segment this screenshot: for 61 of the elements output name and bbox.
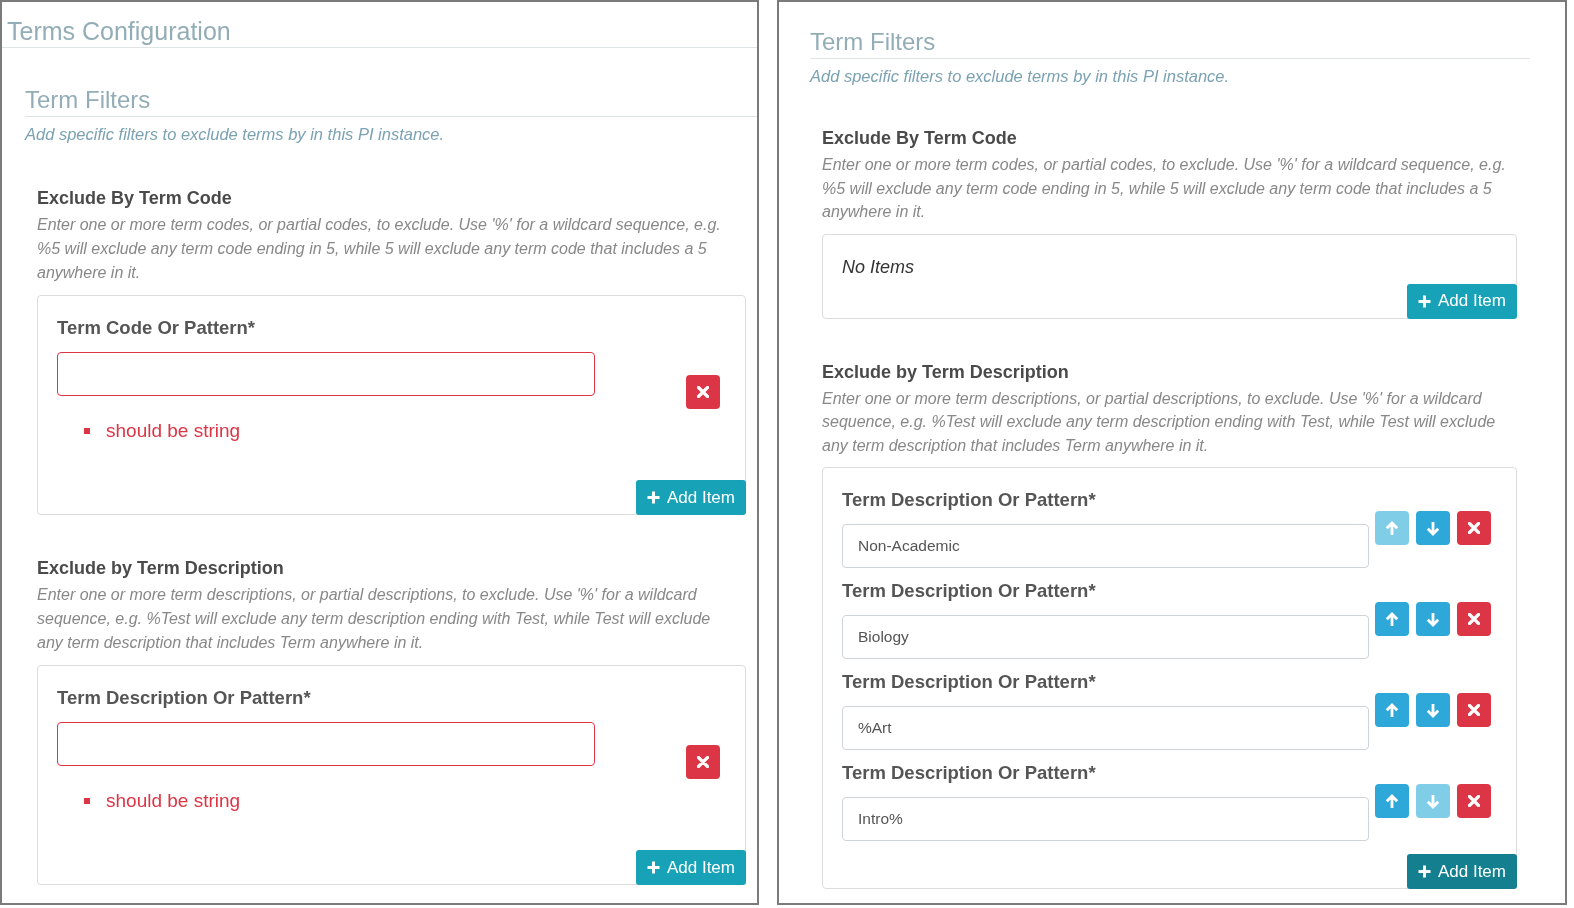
x-icon <box>1468 704 1480 716</box>
move-up-button[interactable] <box>1375 693 1409 727</box>
plus-icon <box>1417 294 1431 308</box>
text-field[interactable] <box>57 722 595 766</box>
field-label: Term Description Or Pattern* <box>842 488 1097 512</box>
x-icon <box>697 755 709 768</box>
text-field[interactable]: %Art <box>842 706 1369 750</box>
group-title: Exclude By Term Code <box>822 127 1018 150</box>
field-label: Term Description Or Pattern* <box>842 761 1097 785</box>
text-field[interactable] <box>57 352 595 396</box>
field-label: Term Code Or Pattern* <box>57 316 257 340</box>
text-field[interactable]: Non-Academic <box>842 524 1369 568</box>
error-message: should be string <box>106 419 241 443</box>
move-down-button[interactable] <box>1416 693 1450 727</box>
x-icon <box>1468 522 1480 534</box>
move-up-button[interactable] <box>1375 784 1409 818</box>
arrow-up-icon <box>1385 520 1399 536</box>
arrow-up-icon <box>1385 793 1399 809</box>
x-icon <box>1468 613 1480 625</box>
group-description: Enter one or more term codes, or partial codes, to exclude. Use '%' for a wildcard sequence, e.g. %5 will exclude any term code ending in 5, while 5 will exclude any term code that includes a 5 anywhere in it. <box>822 155 1507 222</box>
plus-icon <box>646 491 660 504</box>
section-subtitle: Add specific filters to exclude terms by in this PI instance. <box>810 66 1231 86</box>
field-label: Term Description Or Pattern* <box>842 579 1097 603</box>
group-title: Exclude By Term Code <box>37 187 233 210</box>
move-up-button[interactable] <box>1375 602 1409 636</box>
text-field[interactable]: Intro% <box>842 797 1369 841</box>
page-title: Terms Configuration <box>7 16 232 47</box>
group-description: Enter one or more term codes, or partial codes, to exclude. Use '%' for a wildcard sequence, e.g. %5 will exclude any term code ending in 5, while 5 will exclude any term code that includes a 5 anywhere in it. <box>37 215 722 283</box>
section-title: Term Filters <box>25 85 152 115</box>
delete-button[interactable] <box>686 744 720 779</box>
section-subtitle: Add specific filters to exclude terms by in this PI instance. <box>25 124 446 144</box>
arrow-down-icon <box>1426 520 1440 536</box>
delete-button[interactable] <box>1457 511 1491 545</box>
group-description: Enter one or more term descriptions, or partial descriptions, to exclude. Use '%' for a wildcard sequence, e.g. %Test will exclude any term description ending with Test, while Test will exclude any term description that includes Term anywhere in it. <box>37 585 712 653</box>
plus-icon <box>646 861 660 874</box>
field-label: Term Description Or Pattern* <box>57 686 312 710</box>
empty-message: No Items <box>842 255 916 279</box>
group-description: Enter one or more term descriptions, or partial descriptions, to exclude. Use '%' for a wildcard sequence, e.g. %Test will exclude any term description ending with Test, while Test will exclude any term description that includes Term anywhere in it. <box>822 388 1497 456</box>
arrow-down-icon <box>1426 702 1440 718</box>
add-item-button[interactable]: Add Item <box>1406 854 1517 889</box>
arrow-up-icon <box>1385 611 1399 627</box>
delete-button[interactable] <box>1457 693 1491 727</box>
bullet-icon <box>84 798 90 804</box>
text-field[interactable]: Biology <box>842 615 1369 659</box>
error-message: should be string <box>106 789 241 813</box>
section-title: Term Filters <box>810 27 937 57</box>
group-title: Exclude by Term Description <box>37 557 285 580</box>
group-title: Exclude by Term Description <box>822 360 1070 384</box>
x-icon <box>697 385 709 398</box>
field-label: Term Description Or Pattern* <box>842 670 1097 694</box>
bullet-icon <box>84 428 90 434</box>
move-down-button[interactable] <box>1416 511 1450 545</box>
arrow-down-icon <box>1426 611 1440 627</box>
arrow-down-icon <box>1426 793 1440 809</box>
arrow-up-icon <box>1385 702 1399 718</box>
plus-icon <box>1417 865 1431 878</box>
x-icon <box>1468 795 1480 807</box>
move-down-button[interactable] <box>1416 602 1450 636</box>
delete-button[interactable] <box>686 374 720 409</box>
delete-button[interactable] <box>1457 602 1491 636</box>
delete-button[interactable] <box>1457 784 1491 818</box>
